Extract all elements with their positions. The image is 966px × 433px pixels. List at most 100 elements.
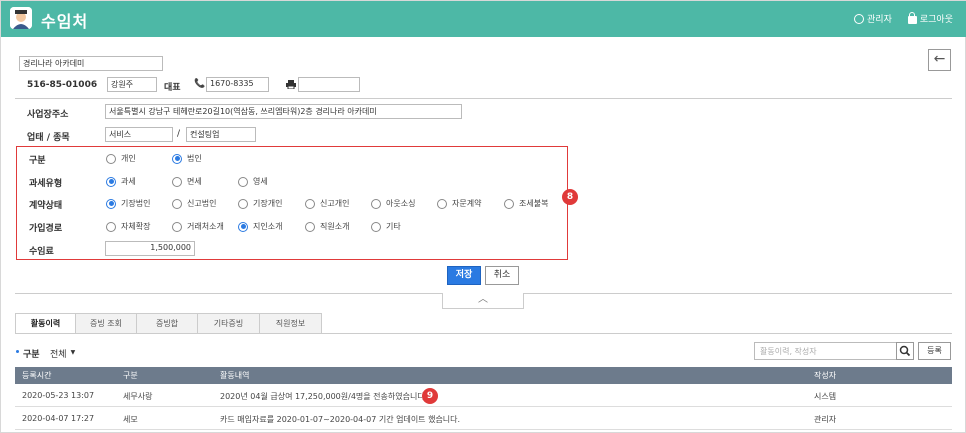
fax-field[interactable] <box>298 77 360 92</box>
divider <box>15 98 952 99</box>
radio-label: 자체확장 <box>121 222 151 231</box>
search-button[interactable] <box>896 342 914 360</box>
save-button[interactable]: 저장 <box>447 266 481 285</box>
route-radio-4[interactable]: 직원소개 <box>305 221 349 232</box>
radio-label: 직원소개 <box>320 222 350 231</box>
tab-evidence[interactable]: 증빙 조회 <box>76 313 137 334</box>
row-time: 2020-05-23 13:07 <box>22 391 95 400</box>
category-label: 구분 <box>29 156 46 166</box>
row-time: 2020-04-07 17:27 <box>22 414 95 423</box>
row-desc: 카드 매입자료를 2020-01-07~2020-04-07 기간 업데이트 했… <box>220 415 461 424</box>
radio-selected-icon <box>238 221 248 232</box>
filter-label: 구분 <box>23 350 40 360</box>
tax-type-radio-zero[interactable]: 영세 <box>238 176 268 187</box>
contract-radio-1[interactable]: 기장법인 <box>106 198 150 209</box>
tab-staff[interactable]: 직원정보 <box>260 313 322 334</box>
radio-selected-icon <box>106 198 116 209</box>
bullet-icon <box>16 350 19 353</box>
contract-radio-3[interactable]: 기장개인 <box>238 198 282 209</box>
radio-label: 기장개인 <box>253 199 283 208</box>
fax-icon <box>286 80 296 89</box>
radio-icon <box>504 198 514 209</box>
radio-icon <box>106 221 116 232</box>
back-button[interactable]: ← <box>928 49 951 71</box>
contract-radio-5[interactable]: 아웃소싱 <box>371 198 415 209</box>
route-radio-1[interactable]: 자체확장 <box>106 221 150 232</box>
header-user-menu: 관리자 로그아웃 <box>854 11 953 25</box>
tax-logo-icon <box>10 7 32 29</box>
radio-label: 자문계약 <box>452 199 482 208</box>
radio-icon <box>172 176 182 187</box>
column-header: 구분 <box>123 371 138 380</box>
row-type: 세모 <box>123 415 138 424</box>
radio-label: 면세 <box>187 177 202 186</box>
column-header: 등록시간 <box>22 371 52 380</box>
radio-icon <box>238 198 248 209</box>
phone-field[interactable]: 1670-8335 <box>206 77 269 92</box>
rep-name-field[interactable]: 강원주 <box>107 77 157 92</box>
caret-down-icon: ▼ <box>70 349 76 356</box>
fee-label: 수임료 <box>29 247 54 257</box>
contract-label: 계약상태 <box>29 201 63 211</box>
tab-evidence-sum[interactable]: 증빙합 <box>137 313 198 334</box>
route-label: 가입경로 <box>29 224 63 234</box>
rep-label: 대표 <box>164 83 181 93</box>
radio-icon <box>238 176 248 187</box>
register-button[interactable]: 등록 <box>918 342 951 360</box>
table-row[interactable]: 2020-04-07 17:27 세모 카드 매입자료를 2020-01-07~… <box>15 408 952 430</box>
business-item-field[interactable]: 컨설팅업 <box>186 127 256 142</box>
tax-type-radio-exempt[interactable]: 면세 <box>172 176 202 187</box>
radio-label: 신고법인 <box>187 199 217 208</box>
business-label: 업태 / 종목 <box>27 133 70 143</box>
logout-label: 로그아웃 <box>919 15 953 25</box>
radio-icon <box>371 198 381 209</box>
search-icon <box>899 345 911 357</box>
radio-label: 신고개인 <box>320 199 350 208</box>
admin-link[interactable]: 관리자 <box>854 12 892 25</box>
business-type-field[interactable]: 서비스 <box>105 127 173 142</box>
route-radio-5[interactable]: 기타 <box>371 221 401 232</box>
tax-type-radio-taxable[interactable]: 과세 <box>106 176 136 187</box>
contract-radio-6[interactable]: 자문계약 <box>437 198 481 209</box>
phone-icon: 📞 <box>194 79 206 89</box>
radio-icon <box>172 221 182 232</box>
reg-number: 516-85-01006 <box>27 80 98 90</box>
radio-label: 지인소개 <box>253 222 283 231</box>
tab-activity[interactable]: 활동이력 <box>15 313 76 334</box>
logout-link[interactable]: 로그아웃 <box>907 11 953 25</box>
radio-label: 개인 <box>121 154 136 163</box>
fee-field[interactable]: 1,500,000 <box>105 241 195 256</box>
contract-radio-7[interactable]: 조세불복 <box>504 198 548 209</box>
row-type: 세무사랑 <box>123 392 153 401</box>
route-radio-3[interactable]: 지인소개 <box>238 221 282 232</box>
category-radio-corporate[interactable]: 법인 <box>172 153 202 164</box>
filter-value: 전체 <box>50 350 67 360</box>
business-separator: / <box>177 129 181 139</box>
radio-label: 과세 <box>121 177 136 186</box>
radio-label: 기타 <box>386 222 401 231</box>
radio-selected-icon <box>172 153 182 164</box>
radio-label: 법인 <box>187 154 202 163</box>
radio-icon <box>437 198 447 209</box>
radio-icon <box>371 221 381 232</box>
cancel-button[interactable]: 취소 <box>485 266 519 285</box>
radio-icon <box>305 221 315 232</box>
company-name-field[interactable]: 경리나라 아카데미 <box>19 56 163 71</box>
table-row[interactable]: 2020-05-23 13:07 세무사랑 2020년 04월 급상여 17,2… <box>15 385 952 407</box>
admin-label: 관리자 <box>867 15 892 25</box>
radio-label: 기장법인 <box>121 199 151 208</box>
contract-radio-2[interactable]: 신고법인 <box>172 198 216 209</box>
callout-badge-8: 8 <box>562 189 578 205</box>
route-radio-2[interactable]: 거래처소개 <box>172 221 224 232</box>
search-input[interactable]: 활동이력, 작성자 <box>754 342 897 360</box>
tab-other-evidence[interactable]: 기타증빙 <box>198 313 260 334</box>
contract-radio-4[interactable]: 신고개인 <box>305 198 349 209</box>
column-header: 활동내역 <box>220 371 250 380</box>
address-field[interactable]: 서울특별시 강남구 테헤란로20길10(역삼동, 쓰리엠타워)2층 경리나라 아… <box>105 104 462 119</box>
filter-dropdown[interactable]: 전체 ▼ <box>50 347 75 360</box>
callout-badge-9: 9 <box>422 388 438 404</box>
row-author: 시스템 <box>814 392 837 401</box>
category-radio-individual[interactable]: 개인 <box>106 153 136 164</box>
radio-icon <box>106 153 116 164</box>
collapse-toggle[interactable]: ︿ <box>442 293 524 309</box>
